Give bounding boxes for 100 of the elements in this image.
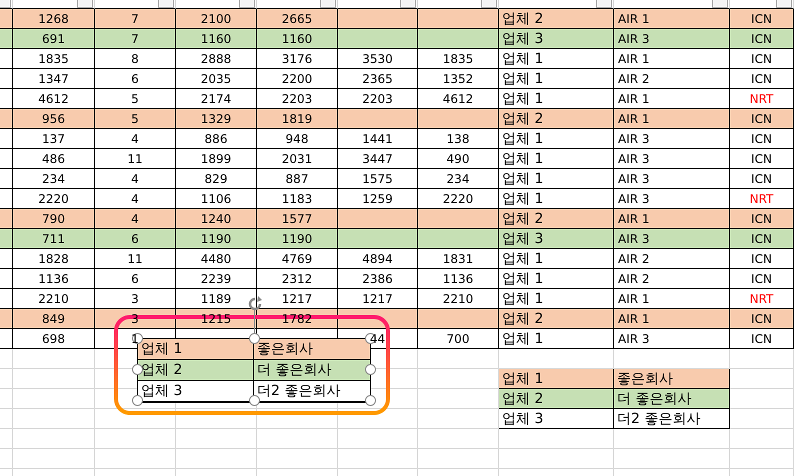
table-cell: 1183 <box>257 189 338 209</box>
table-cell: 5 <box>95 109 176 129</box>
table-cell: 700 <box>418 329 499 349</box>
table-cell: 4 <box>95 129 176 149</box>
table-cell: 1106 <box>176 189 257 209</box>
table-cell: NRT <box>730 189 794 209</box>
table-cell: ICN <box>730 49 794 69</box>
table-cell: 234 <box>418 169 499 189</box>
pasted-table-picture[interactable]: 업체 1 좋은회사 업체 2 더 좋은회사 업체 3 더2 좋은회사 <box>137 338 370 403</box>
table-cell: 956 <box>13 109 95 129</box>
table-cell: 업체 3 <box>499 409 614 429</box>
table-cell: AIR 2 <box>614 69 730 89</box>
table-cell: 2203 <box>257 89 338 109</box>
table-cell: 711 <box>13 229 95 249</box>
table-cell: 2210 <box>13 289 95 309</box>
table-cell: AIR 3 <box>614 29 730 49</box>
table-cell: ICN <box>730 269 794 289</box>
table-cell: 1831 <box>418 249 499 269</box>
table-cell: 1136 <box>418 269 499 289</box>
table-cell: ICN <box>730 129 794 149</box>
table-cell: 4894 <box>338 249 418 269</box>
table-cell: 1835 <box>418 49 499 69</box>
table-cell: 업체 1 <box>499 149 614 169</box>
table-cell: 3530 <box>338 49 418 69</box>
table-cell: AIR 3 <box>614 129 730 149</box>
table-cell: ICN <box>730 69 794 89</box>
table-cell: 1835 <box>13 49 95 69</box>
table-cell: 1347 <box>13 69 95 89</box>
table-cell: AIR 1 <box>614 209 730 229</box>
table-cell: NRT <box>730 89 794 109</box>
table-cell: 1268 <box>13 9 95 29</box>
table-cell: 업체 1 <box>499 129 614 149</box>
table-cell: 2220 <box>418 189 499 209</box>
table-cell: ICN <box>730 109 794 129</box>
table-cell: 2365 <box>338 69 418 89</box>
table-cell: 849 <box>13 309 95 329</box>
table-cell: NRT <box>730 289 794 309</box>
table-cell: 업체 1 <box>499 289 614 309</box>
table-cell: 948 <box>257 129 338 149</box>
table-cell: 업체 1 <box>499 69 614 89</box>
table-cell: ICN <box>730 309 794 329</box>
table-cell: ICN <box>730 249 794 269</box>
table-cell: 4769 <box>257 249 338 269</box>
table-cell: 업체 1 <box>499 269 614 289</box>
table-cell: 더2 좋은회사 <box>614 409 730 429</box>
table-cell: 업체 1 <box>499 49 614 69</box>
table-cell: 업체 1 <box>499 249 614 269</box>
table-cell: 1160 <box>257 29 338 49</box>
table-cell: 3176 <box>257 49 338 69</box>
table-cell: AIR 3 <box>614 169 730 189</box>
table-cell: 2665 <box>257 9 338 29</box>
table-cell: AIR 1 <box>614 9 730 29</box>
table-cell: 4612 <box>418 89 499 109</box>
table-cell: AIR 2 <box>614 269 730 289</box>
table-cell: 1189 <box>176 289 257 309</box>
table-cell: AIR 1 <box>614 309 730 329</box>
table-cell: 업체 1 <box>138 339 254 360</box>
table-cell: 1819 <box>257 109 338 129</box>
table-cell: 1828 <box>13 249 95 269</box>
rotate-icon[interactable] <box>246 295 264 313</box>
table-cell: ICN <box>730 229 794 249</box>
table-cell: 업체 1 <box>499 329 614 349</box>
table-cell: 2203 <box>338 89 418 109</box>
table-cell: 업체 2 <box>499 209 614 229</box>
table-cell: AIR 3 <box>614 229 730 249</box>
table-cell: 업체 1 <box>499 89 614 109</box>
table-cell: ICN <box>730 169 794 189</box>
table-cell: 4 <box>95 169 176 189</box>
table-cell: AIR 1 <box>614 89 730 109</box>
table-cell: 3447 <box>338 149 418 169</box>
table-cell: 3 <box>95 289 176 309</box>
table-cell: 234 <box>13 169 95 189</box>
table-cell: 1441 <box>338 129 418 149</box>
table-cell: 2200 <box>257 69 338 89</box>
table-cell: 698 <box>13 329 95 349</box>
table-cell: AIR 3 <box>614 329 730 349</box>
table-cell: 486 <box>13 149 95 169</box>
table-cell: 2031 <box>257 149 338 169</box>
table-cell: AIR 3 <box>614 149 730 169</box>
table-cell: 업체 1 <box>499 169 614 189</box>
table-cell: ICN <box>730 329 794 349</box>
table-cell: 2239 <box>176 269 257 289</box>
table-cell: 1577 <box>257 209 338 229</box>
table-cell: 업체 3 <box>499 229 614 249</box>
table-cell: AIR 3 <box>614 189 730 209</box>
table-cell: ICN <box>730 209 794 229</box>
table-cell: 1575 <box>338 169 418 189</box>
table-cell: 1217 <box>257 289 338 309</box>
table-cell: 6 <box>95 69 176 89</box>
table-cell: 2210 <box>418 289 499 309</box>
table-cell: 6 <box>95 229 176 249</box>
table-cell: 2312 <box>257 269 338 289</box>
table-cell: 4 <box>95 189 176 209</box>
table-cell: 2386 <box>338 269 418 289</box>
table-cell: 5 <box>95 89 176 109</box>
table-cell: 691 <box>13 29 95 49</box>
table-cell: AIR 1 <box>614 289 730 309</box>
table-cell: 1160 <box>176 29 257 49</box>
table-cell: 829 <box>176 169 257 189</box>
table-cell: 1136 <box>13 269 95 289</box>
